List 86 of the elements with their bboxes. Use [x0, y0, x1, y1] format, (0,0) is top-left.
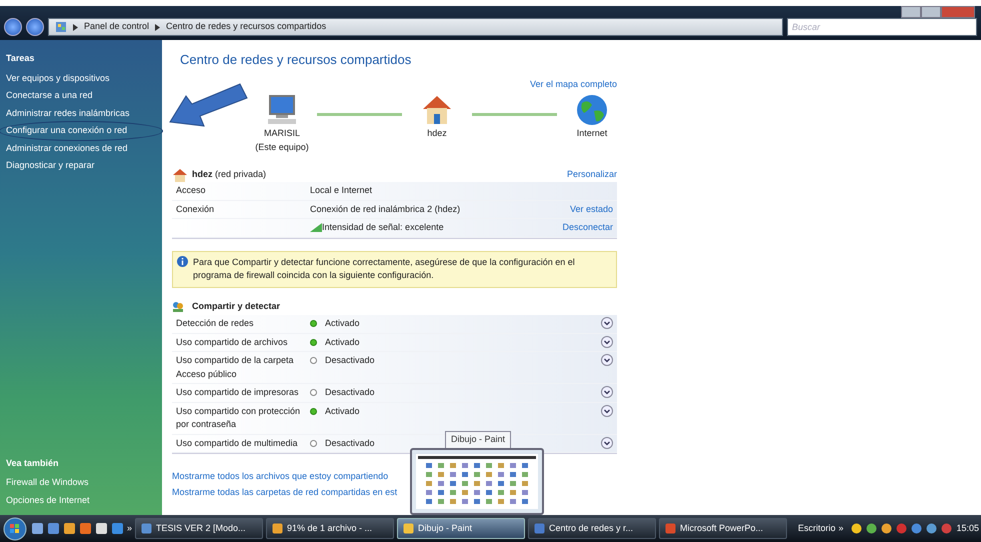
row-value: Local e Internet: [310, 184, 372, 197]
signal-icon: [310, 223, 322, 232]
status-text: Activado: [325, 317, 360, 330]
sidebar-link[interactable]: Administrar conexiones de red: [0, 140, 162, 157]
taskbar-button[interactable]: Centro de redes y r...: [528, 518, 656, 539]
status-text: Activado: [325, 336, 360, 348]
forward-button[interactable]: [26, 18, 44, 36]
row-label: Uso compartido de multimedia: [176, 436, 299, 450]
row-label: Uso compartido de impresoras: [176, 386, 300, 399]
expand-icon[interactable]: [601, 436, 613, 448]
row-value: Conexión de red inalámbrica 2 (hdez): [310, 202, 460, 216]
app-icon: [665, 523, 676, 534]
chevron-icon: [155, 24, 160, 30]
address-bar[interactable]: Panel de control Centro de redes y recursos compartidos: [48, 18, 783, 36]
row-label: Acceso: [176, 185, 206, 195]
taskbar-button[interactable]: Dibujo - Paint: [397, 518, 526, 539]
personalize-link[interactable]: Personalizar: [566, 168, 617, 182]
quick-launch-icon[interactable]: [47, 522, 60, 535]
tray-icon[interactable]: [851, 523, 862, 534]
tray-icon[interactable]: [881, 523, 892, 534]
row-label: Uso compartido de la carpeta Acceso público: [176, 354, 295, 381]
sidebar-link[interactable]: Configurar una conexión o red: [0, 122, 162, 140]
sidebar-link[interactable]: Diagnosticar y reparar: [0, 157, 162, 174]
sharing-icon: [172, 300, 184, 312]
quick-launch-icon[interactable]: [31, 522, 44, 535]
tray-icon[interactable]: [926, 523, 938, 534]
share-link[interactable]: Mostrarme todas las carpetas de red compartidas en est: [172, 486, 617, 499]
search-field[interactable]: Buscar: [787, 18, 977, 36]
start-button[interactable]: [2, 516, 28, 540]
sidebar-link[interactable]: Conectarse a una red: [0, 87, 162, 104]
quick-launch-icon[interactable]: [95, 522, 108, 535]
control-panel-icon: [55, 21, 67, 33]
network-name: hdez (red privada): [192, 168, 266, 182]
row-value: Intensidad de señal: excelente: [322, 221, 444, 234]
app-icon: [403, 523, 414, 534]
row-label: Uso compartido de archivos: [176, 336, 289, 349]
node-label: Internet: [576, 127, 608, 140]
row-link[interactable]: Ver estado: [570, 202, 613, 216]
toolbar-label[interactable]: Escritorio: [798, 522, 836, 536]
expand-icon[interactable]: [601, 386, 613, 398]
overflow-chevron[interactable]: »: [127, 522, 132, 536]
expand-icon[interactable]: [601, 354, 613, 366]
app-icon: [141, 523, 152, 534]
node-label: MARISIL: [264, 127, 300, 140]
quick-launch-icon[interactable]: [63, 522, 76, 535]
row-label: Uso compartido con protección por contraseña: [176, 404, 302, 431]
status-text: Desactivado: [325, 354, 375, 367]
taskbar-button[interactable]: 91% de 1 archivo - ...: [266, 518, 394, 539]
chevron-icon: [73, 24, 78, 30]
clock: 15:05: [956, 522, 979, 535]
app-icon: [534, 523, 546, 534]
tray-icon[interactable]: [911, 523, 922, 534]
back-button[interactable]: [4, 18, 22, 36]
sidebar-heading: Vea también: [5, 456, 60, 470]
taskbar-button[interactable]: TESIS VER 2 [Modo...: [135, 518, 264, 539]
tray-icon[interactable]: [866, 523, 878, 534]
notice-text: Para que Compartir y detectar funcione correctamente, asegúrese de que la configuración en el programa de firewall coincida con la siguiente configuración.: [193, 256, 576, 282]
window-thumbnail[interactable]: [410, 448, 544, 515]
section-title: Compartir y detectar: [192, 300, 280, 313]
taskbar-button[interactable]: Microsoft PowerPo...: [659, 518, 788, 539]
page-title: Centro de redes y recursos compartidos: [180, 51, 412, 69]
house-icon: [172, 168, 188, 182]
breadcrumb-item[interactable]: Panel de control: [84, 20, 150, 34]
breadcrumb-item[interactable]: Centro de redes y recursos compartidos: [166, 20, 326, 34]
expand-icon[interactable]: [601, 317, 613, 329]
row-label: Conexión: [176, 204, 214, 214]
expand-icon[interactable]: [601, 404, 613, 416]
globe-icon: [574, 93, 610, 127]
row-label: Detección de redes: [176, 317, 255, 330]
node-label: hdez: [427, 127, 447, 140]
map-link[interactable]: Ver el mapa completo: [530, 78, 617, 91]
expand-icon[interactable]: [601, 336, 613, 348]
status-text: Desactivado: [325, 386, 375, 399]
share-link[interactable]: Mostrarme todos los archivos que estoy compartiendo: [172, 470, 617, 484]
info-icon: [177, 256, 188, 266]
sidebar-link[interactable]: Administrar redes inalámbricas: [0, 104, 162, 122]
quick-launch-icon[interactable]: [79, 522, 92, 535]
thumbnail-title: Dibujo - Paint: [445, 431, 512, 448]
sidebar-heading: Tareas: [5, 52, 36, 65]
status-text: Desactivado: [325, 436, 375, 450]
overflow-chevron[interactable]: »: [838, 522, 844, 536]
status-text: Activado: [325, 404, 360, 418]
app-icon: [272, 523, 284, 534]
row-link[interactable]: Desconectar: [562, 221, 613, 234]
node-label: (Este equipo): [255, 140, 309, 154]
sidebar-link[interactable]: Ver equipos y dispositivos: [0, 70, 162, 87]
